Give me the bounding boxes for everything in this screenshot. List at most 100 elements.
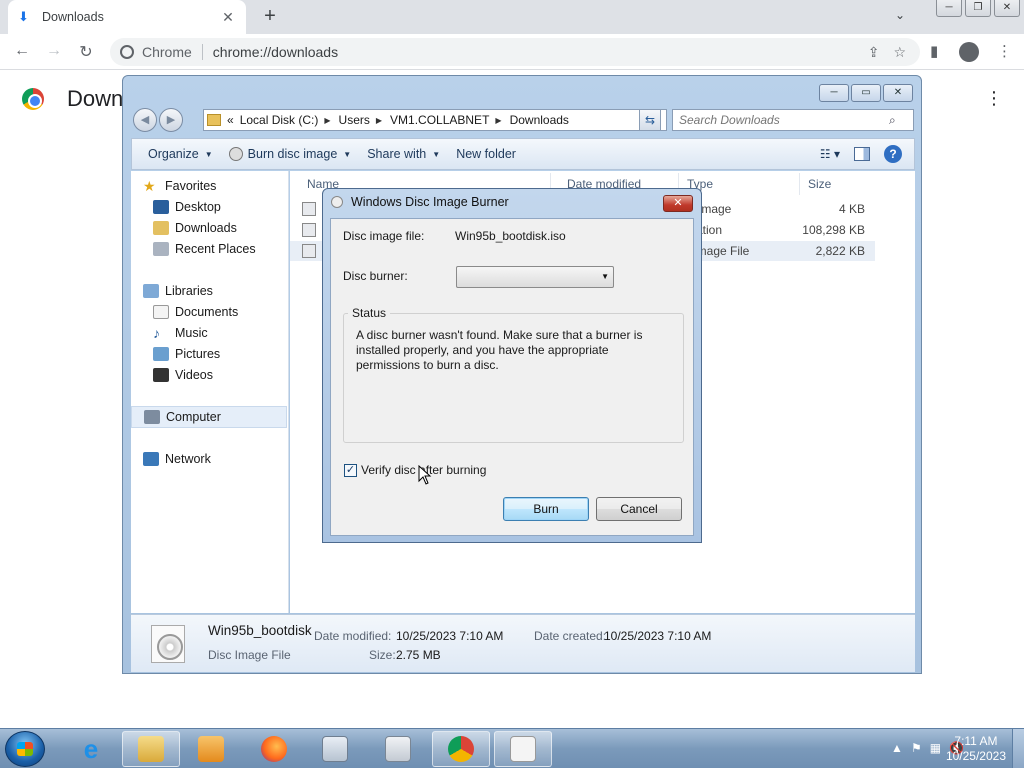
recent-places-icon [153, 242, 169, 256]
back-forward-buttons: ◀ ▶ [133, 108, 185, 132]
disc-icon [228, 147, 243, 161]
omnibox-url[interactable]: chrome://downloads [213, 44, 868, 60]
share-with-button[interactable]: Share with ▼ [367, 147, 440, 161]
nav-label: Pictures [175, 347, 221, 361]
taskbar-media-player[interactable] [182, 731, 240, 767]
search-box[interactable]: ⌕ [672, 109, 914, 131]
help-icon[interactable]: ? [884, 145, 902, 163]
nav-label: Music [175, 326, 208, 340]
status-label: Status [348, 306, 391, 320]
chrome-menu-icon[interactable]: ⋮ [997, 42, 1012, 60]
new-folder-button[interactable]: New folder [456, 147, 516, 161]
share-icon[interactable]: ⇪ [868, 44, 880, 61]
nav-desktop[interactable]: Desktop [153, 200, 221, 214]
view-controls: ☷ ▾ ? [820, 145, 902, 163]
restore-button[interactable]: ❐ [965, 0, 991, 17]
taskbar-chrome[interactable] [432, 731, 490, 767]
reload-icon[interactable]: ↻ [76, 42, 96, 62]
taskbar-calculator[interactable] [369, 731, 427, 767]
download-icon: ⬇ [18, 9, 29, 24]
omnibox[interactable]: Chrome chrome://downloads ⇪ ☆ [110, 38, 920, 66]
view-options-icon[interactable]: ☷ ▾ [820, 147, 840, 161]
action-center-icon[interactable]: ⚑ [911, 741, 922, 755]
explorer-close-button[interactable]: ✕ [883, 84, 913, 102]
close-window-button[interactable]: ✕ [994, 0, 1020, 17]
show-desktop-button[interactable] [1012, 729, 1024, 768]
image-file-icon [302, 202, 316, 216]
new-tab-button[interactable]: + [258, 5, 282, 28]
address-bar[interactable]: « Local Disk (C:) ▶ Users ▶ VM1.COLLABNE… [203, 109, 667, 131]
downloads-menu-icon[interactable]: ⋮ [985, 88, 1003, 109]
nav-computer[interactable]: Computer [131, 406, 287, 428]
nav-label: Documents [175, 305, 239, 319]
taskbar-disc-burner[interactable] [494, 731, 552, 767]
dialog-close-button[interactable]: ✕ [663, 195, 693, 212]
explorer-forward-button[interactable]: ▶ [159, 108, 183, 132]
cancel-button[interactable]: Cancel [596, 497, 682, 521]
breadcrumb-downloads[interactable]: Downloads [510, 113, 569, 127]
nav-videos[interactable]: Videos [153, 368, 213, 382]
breadcrumb-user[interactable]: VM1.COLLABNET [390, 113, 489, 127]
profile-avatar[interactable] [959, 42, 979, 62]
breadcrumb-local-disk[interactable]: Local Disk (C:) [240, 113, 319, 127]
nav-music[interactable]: ♪ Music [153, 326, 208, 340]
status-group: Status A disc burner wasn't found. Make … [343, 306, 684, 443]
taskbar-on-screen-keyboard[interactable] [306, 731, 364, 767]
verify-checkbox-row[interactable]: ✓ Verify disc after burning [344, 463, 486, 477]
forward-arrow-icon[interactable]: → [44, 42, 64, 60]
tab-downloads[interactable]: ⬇ Downloads ✕ [8, 0, 246, 34]
details-pane: Win95b_bootdisk Disc Image File Date mod… [131, 614, 915, 672]
search-icon[interactable]: ⌕ [889, 113, 896, 128]
breadcrumb-caret-icon[interactable]: ▶ [376, 116, 382, 125]
nav-recent-places[interactable]: Recent Places [153, 242, 256, 256]
tray-expand-icon[interactable]: ▲ [891, 741, 903, 755]
preview-pane-icon[interactable] [854, 147, 870, 161]
nav-libraries[interactable]: Libraries [143, 284, 213, 298]
nav-downloads[interactable]: Downloads [153, 221, 237, 235]
star-icon: ★ [143, 178, 156, 194]
search-input[interactable] [679, 113, 889, 127]
burn-button[interactable]: Burn [503, 497, 589, 521]
tab-search-chevron-icon[interactable]: ⌄ [895, 8, 905, 22]
nav-documents[interactable]: Documents [153, 305, 238, 319]
start-button[interactable] [5, 731, 45, 767]
clock[interactable]: 7:11 AM 10/25/2023 [946, 734, 1006, 764]
disc-image-file-value: Win95b_bootdisk.iso [455, 229, 566, 243]
explorer-minimize-button[interactable]: ─ [819, 84, 849, 102]
command-bar: Organize ▼ Burn disc image ▼ Share with ▼ N… [131, 138, 915, 170]
verify-checkbox[interactable]: ✓ [344, 463, 357, 477]
explorer-maximize-button[interactable]: ▭ [851, 84, 881, 102]
disc-burner-select[interactable]: ▼ [456, 266, 614, 288]
disc-burner-icon [331, 196, 343, 208]
taskbar-explorer[interactable] [122, 731, 180, 767]
nav-favorites[interactable]: ★ Favorites [143, 179, 216, 193]
libraries-icon [143, 284, 159, 298]
column-size[interactable]: Size [808, 177, 831, 191]
nav-network[interactable]: Network [143, 452, 211, 466]
breadcrumb-overflow[interactable]: « [227, 113, 234, 127]
back-arrow-icon[interactable]: ← [12, 42, 32, 60]
taskbar-firefox[interactable] [245, 731, 303, 767]
breadcrumb-caret-icon[interactable]: ▶ [495, 116, 501, 125]
clock-time: 7:11 AM [954, 734, 998, 748]
bookmark-star-icon[interactable]: ☆ [893, 44, 906, 61]
nav-pictures[interactable]: Pictures [153, 347, 220, 361]
organize-button[interactable]: Organize ▼ [148, 147, 213, 161]
breadcrumb-caret-icon[interactable]: ▶ [324, 116, 330, 125]
breadcrumb-users[interactable]: Users [339, 113, 370, 127]
column-divider[interactable] [799, 173, 800, 195]
side-panel-icon[interactable]: ▮ [930, 42, 938, 60]
dialog-body: Disc image file: Win95b_bootdisk.iso Dis… [330, 218, 694, 536]
downloads-folder-icon [153, 221, 169, 235]
burn-disc-image-button[interactable]: Burn disc image ▼ [228, 147, 351, 161]
tab-title: Downloads [42, 10, 104, 24]
explorer-back-button[interactable]: ◀ [133, 108, 157, 132]
network-tray-icon[interactable]: ▦ [930, 741, 941, 755]
new-folder-label: New folder [456, 147, 516, 161]
tab-close-icon[interactable]: ✕ [220, 9, 236, 26]
minimize-button[interactable]: ─ [936, 0, 962, 17]
taskbar-internet-explorer[interactable]: e [62, 731, 120, 767]
nav-label: Downloads [175, 221, 237, 235]
refresh-button[interactable]: ⇆ [639, 109, 661, 131]
chrome-logo-icon [22, 88, 44, 110]
